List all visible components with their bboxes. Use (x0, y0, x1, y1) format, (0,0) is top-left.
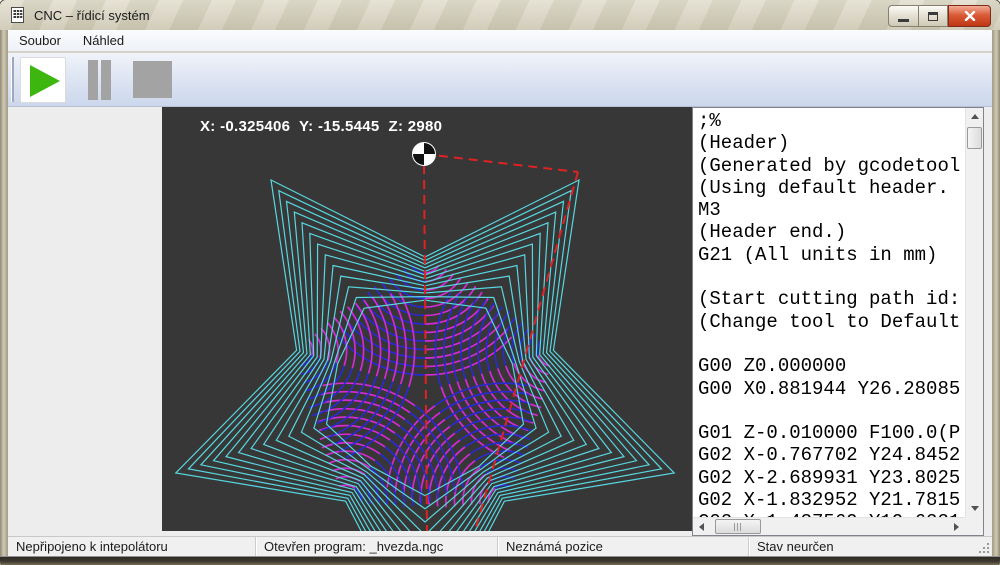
pause-button[interactable] (88, 60, 116, 100)
left-panel (8, 107, 162, 536)
close-button[interactable] (948, 5, 991, 27)
scroll-down-button[interactable] (966, 500, 983, 517)
minimize-button[interactable] (888, 5, 918, 27)
arrow-right-icon (954, 523, 959, 531)
pause-icon (101, 60, 111, 100)
scroll-left-button[interactable] (693, 518, 710, 535)
position-readout: X: -0.325406 Y: -15.5445 Z: 2980 (200, 118, 442, 135)
status-connection: Nepřipojeno k intepolátoru (8, 537, 255, 556)
gcode-panel: ;% (Header) (Generated by gcodetool (Usi… (692, 107, 992, 536)
arrow-down-icon (971, 506, 979, 511)
statusbar: Nepřipojeno k intepolátoru Otevřen progr… (8, 536, 992, 556)
menu-item-nahled[interactable]: Náhled (72, 31, 135, 50)
titlebar[interactable]: CNC – řídicí systém (0, 0, 1000, 30)
status-program: Otevřen program: _hvezda.ngc (255, 537, 497, 556)
status-position: Neznámá pozice (497, 537, 748, 556)
thumb-grip-icon (734, 523, 743, 531)
app-icon[interactable] (10, 7, 26, 23)
arrow-up-icon (971, 114, 979, 119)
minimize-icon (898, 19, 909, 22)
main-content: X: -0.325406 Y: -15.5445 Z: 2980 ;% (Hea… (8, 107, 992, 536)
application-window: CNC – řídicí systém Soubor Náhled (0, 0, 1000, 565)
toolpath-viewport[interactable]: X: -0.325406 Y: -15.5445 Z: 2980 (162, 107, 692, 531)
toolpath-drawing (162, 107, 692, 531)
window-frame-bottom (0, 556, 1000, 565)
window-title: CNC – řídicí systém (34, 8, 150, 23)
scroll-up-button[interactable] (966, 108, 983, 125)
window-controls (888, 5, 991, 27)
window-frame-left (0, 30, 8, 556)
pause-icon (88, 60, 98, 100)
maximize-button[interactable] (918, 5, 948, 27)
arrow-left-icon (699, 523, 704, 531)
gcode-text: ;% (Header) (Generated by gcodetool (Usi… (693, 108, 965, 517)
vertical-scroll-thumb[interactable] (967, 127, 982, 149)
stop-button[interactable] (133, 61, 172, 98)
maximize-icon (928, 12, 938, 21)
toolbar-grip-handle[interactable] (11, 57, 14, 102)
gcode-editor[interactable]: ;% (Header) (Generated by gcodetool (Usi… (692, 107, 984, 536)
close-icon (964, 11, 976, 21)
menubar: Soubor Náhled (8, 30, 992, 52)
scrollbar-corner (965, 517, 983, 535)
scroll-right-button[interactable] (948, 518, 965, 535)
toolbar (8, 53, 992, 107)
horizontal-scroll-thumb[interactable] (715, 519, 761, 534)
resize-grip[interactable] (977, 541, 990, 554)
window-frame-right (992, 30, 1000, 556)
play-button[interactable] (20, 57, 66, 103)
titlebar-texture (0, 0, 1000, 30)
vertical-scrollbar[interactable] (965, 108, 983, 517)
status-state: Stav neurčen (748, 537, 992, 556)
menu-item-soubor[interactable]: Soubor (8, 31, 72, 50)
horizontal-scrollbar[interactable] (693, 517, 965, 535)
play-icon (30, 65, 60, 97)
